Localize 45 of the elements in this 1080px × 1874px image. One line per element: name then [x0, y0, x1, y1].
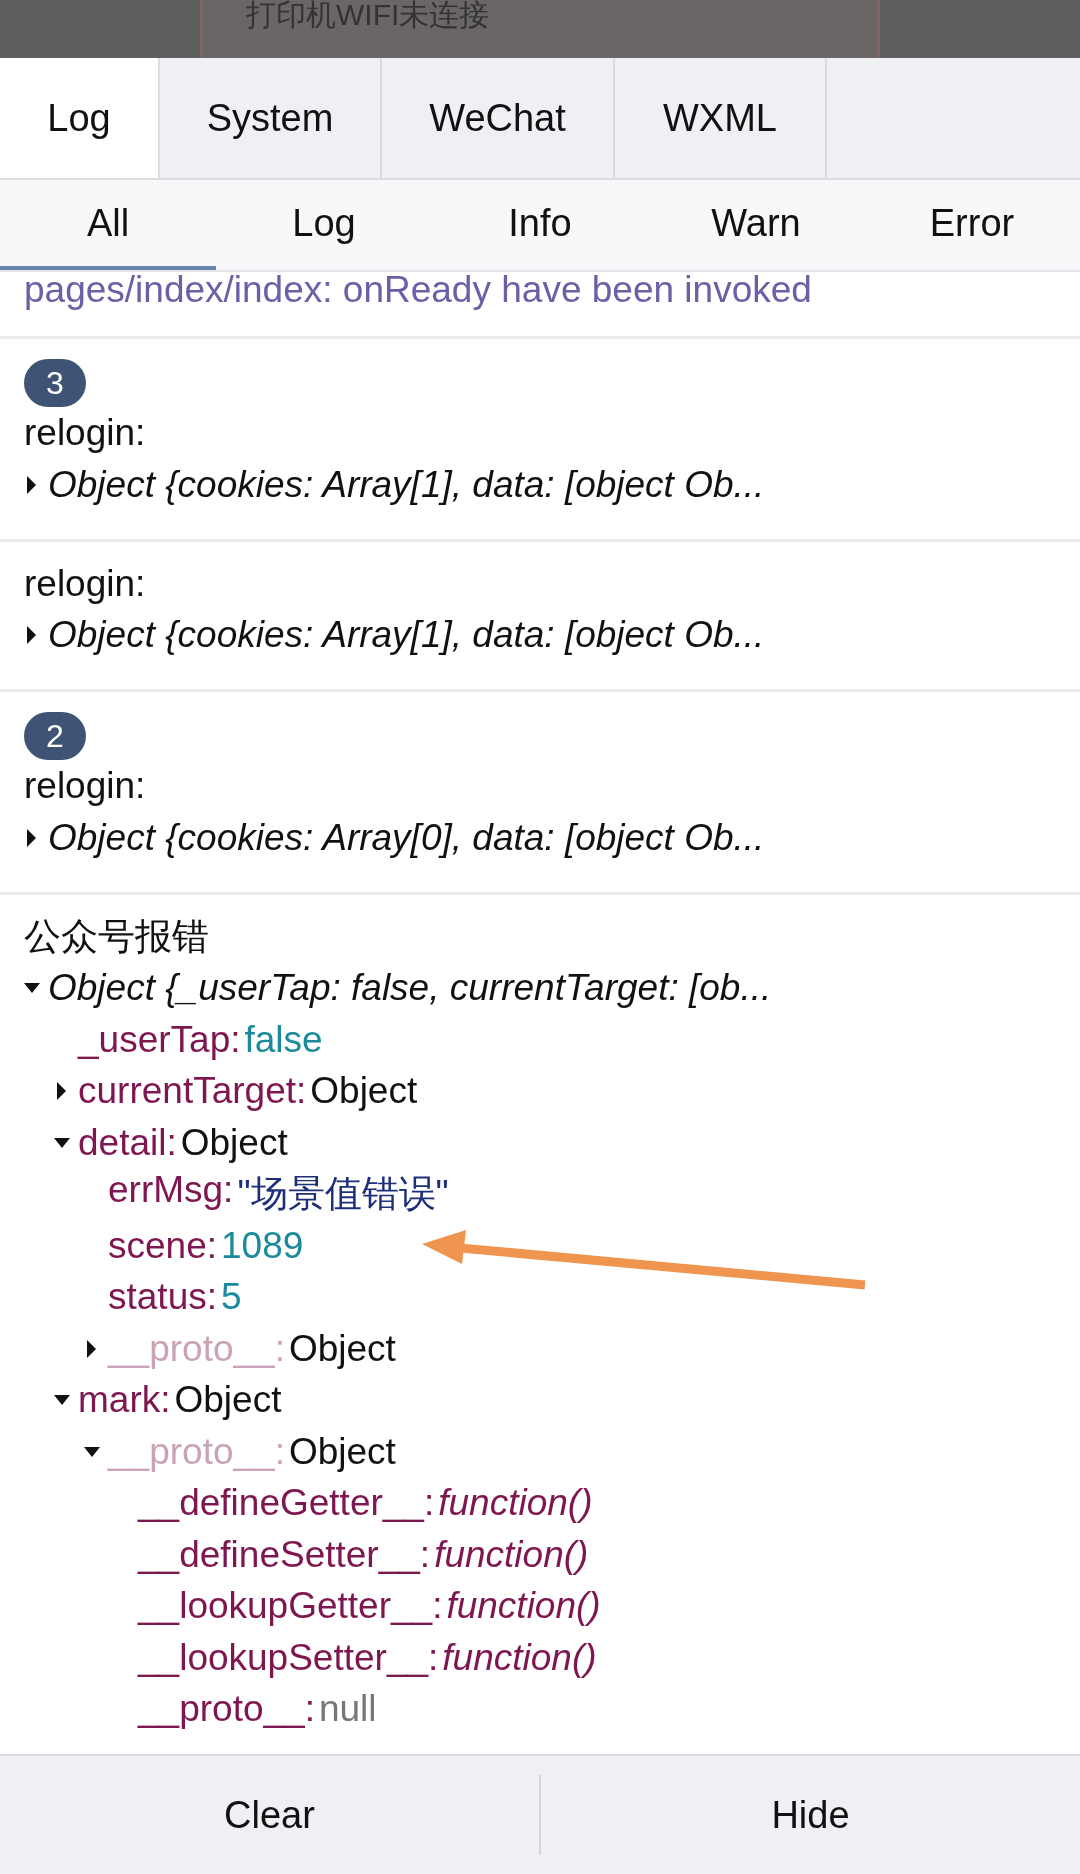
property-key: detail: [78, 1121, 177, 1164]
property-value: Object [174, 1379, 282, 1422]
property-value: function() [442, 1636, 597, 1679]
log-label: relogin: [24, 561, 147, 606]
filter-tab[interactable]: Error [864, 180, 1080, 270]
property-key: errMsg: [108, 1169, 234, 1220]
repeat-count-badge: 3 [24, 359, 86, 407]
object-summary: Object {cookies: Array[1], data: [object Ob... [48, 614, 765, 657]
log-label: 公众号报错 [24, 914, 210, 959]
object-summary: Object {cookies: Array[1], data: [object Ob... [48, 463, 765, 506]
property-value: function() [434, 1533, 589, 1576]
property-key: status: [108, 1276, 217, 1319]
property-value: null [318, 1688, 377, 1731]
property-key: scene: [108, 1224, 217, 1267]
property-value: false [244, 1018, 323, 1061]
property-value: "场景值错误" [237, 1172, 449, 1217]
log-label: relogin: [24, 764, 147, 808]
property-value: function() [446, 1585, 601, 1628]
filter-tab[interactable]: Warn [648, 180, 864, 270]
property-value: 1089 [221, 1224, 304, 1267]
property-key: __lookupGetter__: [138, 1585, 443, 1628]
property-key: __lookupSetter__: [138, 1636, 439, 1679]
property-key: __proto__: [108, 1327, 285, 1370]
property-value: Object [288, 1430, 396, 1473]
property-value: Object [310, 1070, 418, 1113]
panel-tab[interactable]: Log [0, 58, 160, 178]
object-summary: Object {_userTap: false, currentTarget: [ob... [48, 967, 772, 1010]
filter-tab[interactable]: Info [432, 180, 648, 270]
property-key: mark: [78, 1379, 171, 1422]
property-key: _userTap: [78, 1018, 241, 1061]
log-label: relogin: [24, 411, 147, 455]
property-key: __defineSetter__: [138, 1533, 431, 1576]
property-value: Object [288, 1327, 396, 1370]
log-message: pages/index/index: onReady have been invoked [0, 272, 1080, 339]
property-key: __proto__: [138, 1688, 315, 1731]
property-value: function() [438, 1482, 593, 1525]
property-key: currentTarget: [78, 1070, 307, 1113]
object-summary: Object {cookies: Array[0], data: [object Ob... [48, 816, 765, 859]
filter-tab[interactable]: Log [216, 180, 432, 270]
filter-tab[interactable]: All [0, 180, 216, 270]
property-value: Object [180, 1121, 288, 1164]
property-key: __proto__: [108, 1430, 285, 1473]
property-value: 5 [221, 1276, 242, 1319]
property-key: __defineGetter__: [138, 1482, 435, 1525]
repeat-count-badge: 2 [24, 712, 86, 760]
